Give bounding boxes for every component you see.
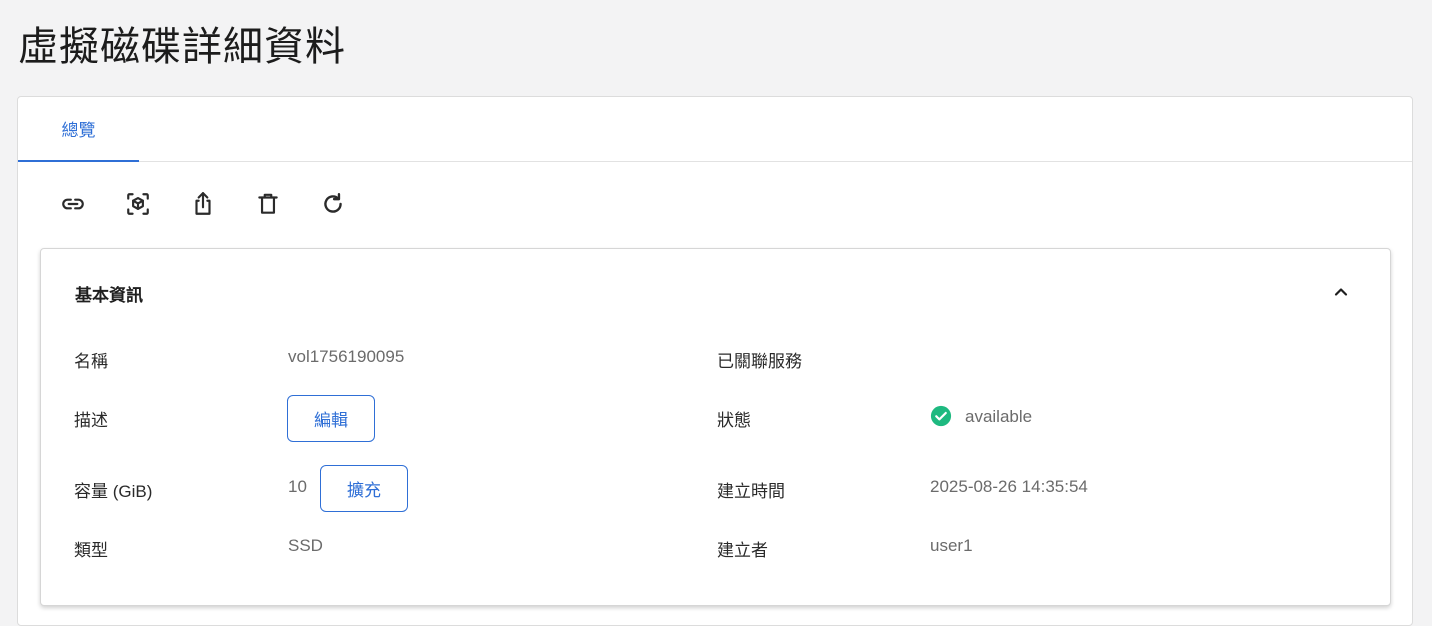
basic-info-card: 基本資訊 名稱 vol1756190095 描述 編輯 容量 (GiB) 10 … xyxy=(40,248,1391,606)
share-icon xyxy=(194,192,211,215)
tab-overview[interactable]: 總覽 xyxy=(18,97,139,162)
status-label: 狀態 xyxy=(717,411,751,430)
created-time-value: 2025-08-26 14:35:54 xyxy=(930,477,1088,496)
expand-capacity-button[interactable]: 擴充 xyxy=(320,465,408,512)
snapshot-button[interactable] xyxy=(105,187,170,221)
page-title: 虛擬磁碟詳細資料 xyxy=(18,25,346,69)
edit-description-button[interactable]: 編輯 xyxy=(287,395,375,442)
cube-scan-icon xyxy=(126,193,149,215)
status-value: available xyxy=(965,407,1033,426)
delete-button[interactable] xyxy=(235,187,300,221)
link-button[interactable] xyxy=(40,187,105,221)
name-value: vol1756190095 xyxy=(288,347,405,366)
collapse-button[interactable] xyxy=(1328,279,1354,305)
action-toolbar xyxy=(40,187,365,221)
attached-service-label: 已關聯服務 xyxy=(717,352,802,371)
creator-value: user1 xyxy=(930,536,973,555)
capacity-label: 容量 (GiB) xyxy=(74,482,153,501)
detail-panel: 總覽 基本資訊 名稱 vol1756190095 描述 編輯 容量 (GiB) … xyxy=(17,96,1413,626)
created-time-label: 建立時間 xyxy=(717,482,785,501)
refresh-icon xyxy=(323,193,342,213)
type-label: 類型 xyxy=(74,541,108,560)
creator-label: 建立者 xyxy=(717,541,768,560)
card-title: 基本資訊 xyxy=(75,286,143,305)
trash-icon xyxy=(257,193,278,214)
capacity-value: 10 xyxy=(288,477,307,496)
tab-bar: 總覽 xyxy=(18,97,1412,162)
name-label: 名稱 xyxy=(74,352,108,371)
link-icon xyxy=(61,198,84,210)
type-value: SSD xyxy=(288,536,323,555)
description-label: 描述 xyxy=(74,411,108,430)
export-button[interactable] xyxy=(170,187,235,221)
refresh-button[interactable] xyxy=(300,187,365,221)
check-circle-icon xyxy=(930,405,952,427)
chevron-up-icon xyxy=(1334,288,1348,296)
